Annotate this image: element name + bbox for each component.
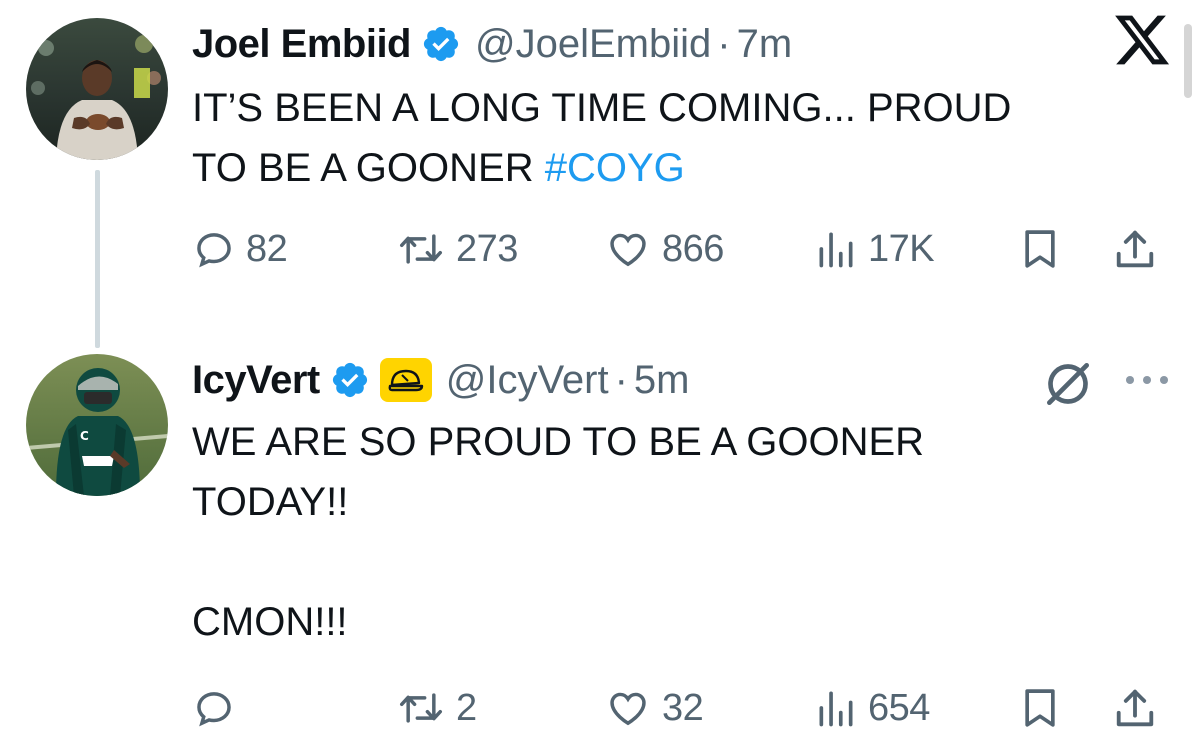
tweet-joel-embiid[interactable]: Joel Embiid @JoelEmbiid · 7m IT’S BEEN A… [0, 0, 1200, 348]
bookmark-icon [1025, 230, 1055, 268]
svg-text:C: C [80, 429, 89, 443]
timestamp[interactable]: 7m [737, 22, 793, 67]
reply-button[interactable]: 82 [192, 221, 288, 277]
retweet-count: 2 [456, 686, 477, 729]
tweet-icyvert[interactable]: C IcyVert @IcyVert · 5m WE ARE SO PROUD … [0, 340, 1200, 747]
reply-button[interactable] [192, 680, 246, 736]
timestamp[interactable]: 5m [634, 358, 690, 403]
tweet-text: IT’S BEEN A LONG TIME COMING... PROUD TO… [192, 78, 1152, 198]
display-name[interactable]: Joel Embiid [192, 22, 412, 67]
thread-line [95, 170, 100, 348]
retweet-icon [400, 693, 442, 723]
separator-dot: · [614, 357, 628, 402]
share-button[interactable] [1112, 680, 1158, 736]
handle[interactable]: @JoelEmbiid [475, 22, 711, 67]
views-count: 17K [868, 227, 935, 270]
share-button[interactable] [1112, 221, 1158, 277]
views-chart-icon [819, 232, 853, 268]
avatar[interactable]: C [26, 354, 168, 496]
scrollbar[interactable] [1184, 24, 1192, 98]
views-button[interactable]: 654 [814, 680, 930, 736]
retweet-button[interactable]: 2 [396, 680, 477, 736]
tweet-header: Joel Embiid @JoelEmbiid · 7m [192, 16, 792, 72]
views-chart-icon [819, 691, 853, 727]
views-count: 654 [868, 686, 930, 729]
reply-icon [197, 233, 231, 268]
display-name[interactable]: IcyVert [192, 358, 320, 403]
grok-icon[interactable] [1040, 356, 1096, 412]
action-bar: 82 273 866 17K [192, 221, 1182, 277]
retweet-button[interactable]: 273 [396, 221, 518, 277]
like-button[interactable]: 32 [604, 680, 704, 736]
x-logo-icon [1115, 15, 1170, 65]
bookmark-button[interactable] [1018, 680, 1062, 736]
separator-dot: · [717, 21, 731, 66]
action-bar: 2 32 654 [192, 680, 1182, 736]
verified-badge-icon [423, 26, 459, 62]
retweet-count: 273 [456, 227, 518, 270]
bookmark-icon [1025, 689, 1055, 727]
reply-count: 82 [246, 227, 288, 270]
like-count: 866 [662, 227, 724, 270]
bookmark-button[interactable] [1018, 221, 1062, 277]
reply-icon [197, 692, 231, 727]
retweet-icon [400, 234, 442, 264]
avatar[interactable] [26, 18, 168, 160]
affiliate-cap-icon[interactable] [379, 358, 432, 402]
views-button[interactable]: 17K [814, 221, 935, 277]
share-icon [1116, 230, 1154, 268]
heart-icon [610, 692, 646, 726]
like-button[interactable]: 866 [604, 221, 724, 277]
verified-badge-icon [332, 362, 367, 398]
more-icon[interactable] [1122, 372, 1172, 388]
like-count: 32 [662, 686, 704, 729]
hashtag-link[interactable]: #COYG [545, 146, 685, 190]
handle[interactable]: @IcyVert [446, 358, 609, 403]
tweet-header: IcyVert @IcyVert · 5m [192, 352, 690, 408]
share-icon [1116, 689, 1154, 727]
heart-icon [610, 233, 646, 267]
tweet-text: WE ARE SO PROUD TO BE A GOONER TODAY!! C… [192, 420, 925, 644]
